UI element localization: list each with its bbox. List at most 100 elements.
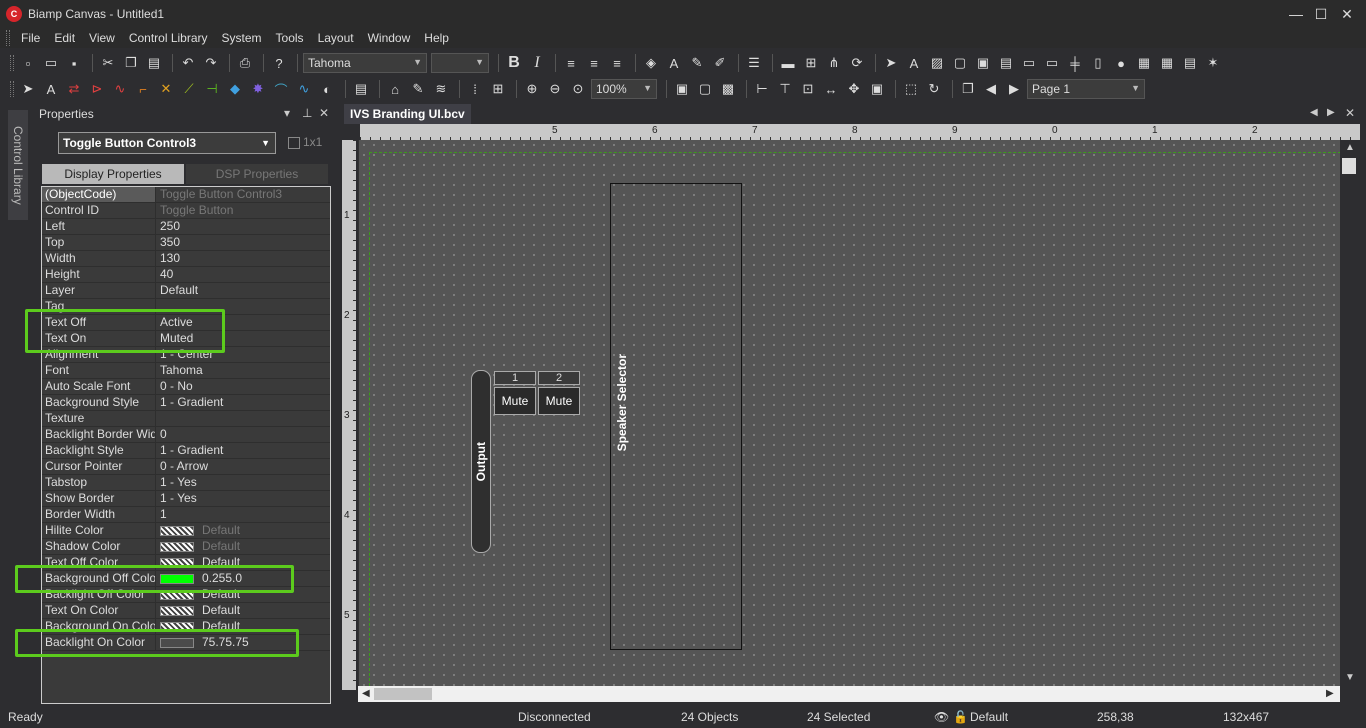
property-value[interactable]: 0: [156, 427, 330, 442]
menu-system[interactable]: System: [215, 28, 269, 48]
property-row[interactable]: Auto Scale Font 0 - No: [42, 379, 330, 395]
align-tops-icon[interactable]: ⊤: [775, 79, 795, 99]
property-value[interactable]: 1 - Gradient: [156, 395, 330, 410]
vertical-scrollbar[interactable]: ▲ ▼: [1340, 140, 1358, 686]
font-family-select[interactable]: Tahoma ▼: [303, 53, 427, 73]
label-tool-icon[interactable]: ▣: [973, 53, 993, 73]
speaker-selector-control[interactable]: Speaker Selector: [610, 183, 742, 650]
menu-file[interactable]: File: [14, 28, 47, 48]
center-objects-icon[interactable]: ⊡: [798, 79, 818, 99]
pen-color-icon[interactable]: ✎: [687, 53, 707, 73]
zoom-out-icon[interactable]: ⊖: [545, 79, 565, 99]
field-tool-icon[interactable]: ▤: [996, 53, 1016, 73]
mute-button-1[interactable]: Mute: [494, 387, 536, 415]
lock-layer-icon[interactable]: ▩: [718, 79, 738, 99]
select-area-icon[interactable]: ⬚: [901, 79, 921, 99]
property-row[interactable]: Border Width 1: [42, 507, 330, 523]
property-value[interactable]: Tahoma: [156, 363, 330, 378]
grid-dots-icon[interactable]: ⁞: [465, 79, 485, 99]
property-row[interactable]: Width 130: [42, 251, 330, 267]
new-file-icon[interactable]: ▫: [18, 53, 38, 73]
document-tab[interactable]: IVS Branding UI.bcv: [344, 104, 471, 124]
router-tool-icon[interactable]: ⊣: [202, 79, 222, 99]
home-icon[interactable]: ⌂: [385, 79, 405, 99]
property-value[interactable]: [156, 411, 330, 426]
route-tool-icon[interactable]: ⇄: [64, 79, 84, 99]
cut-icon[interactable]: ✂: [98, 53, 118, 73]
property-value[interactable]: 130: [156, 251, 330, 266]
zoom-select[interactable]: 100% ▼: [591, 79, 657, 99]
property-row[interactable]: Backlight Border Width 0: [42, 427, 330, 443]
menu-view[interactable]: View: [82, 28, 122, 48]
meter-tool-icon[interactable]: ▯: [1088, 53, 1108, 73]
property-value[interactable]: 1 - Yes: [156, 491, 330, 506]
property-row[interactable]: Left 250: [42, 219, 330, 235]
pin-icon[interactable]: ⊥: [302, 106, 312, 120]
redo-icon[interactable]: ↷: [201, 53, 221, 73]
tab-display-properties[interactable]: Display Properties: [42, 164, 184, 184]
toolbar-grip[interactable]: [10, 55, 14, 71]
property-row[interactable]: (ObjectCode) Toggle Button Control3: [42, 187, 330, 203]
layers-icon[interactable]: ≋: [431, 79, 451, 99]
resize-icon[interactable]: ▣: [867, 79, 887, 99]
property-value[interactable]: 350: [156, 235, 330, 250]
group-icon[interactable]: ▣: [672, 79, 692, 99]
table-tool-icon[interactable]: ▦: [1157, 53, 1177, 73]
panel-menu-icon[interactable]: ▾: [284, 106, 290, 120]
highlight-color-icon[interactable]: ✐: [710, 53, 730, 73]
group-tool-icon[interactable]: ▭: [1042, 53, 1062, 73]
property-value[interactable]: 1 - Yes: [156, 475, 330, 490]
button-tool-icon[interactable]: ▭: [1019, 53, 1039, 73]
property-row[interactable]: Font Tahoma: [42, 363, 330, 379]
menu-edit[interactable]: Edit: [47, 28, 82, 48]
help-icon[interactable]: ?: [269, 53, 289, 73]
property-value[interactable]: Default: [156, 523, 330, 538]
ramp-tool-icon[interactable]: ⟋: [179, 79, 199, 99]
object-selector[interactable]: Toggle Button Control3 ▼: [58, 132, 276, 154]
move-icon[interactable]: ✥: [844, 79, 864, 99]
gear-icon[interactable]: ✸: [248, 79, 268, 99]
meter-toggle-icon[interactable]: ◐: [317, 79, 337, 99]
document-close-icon[interactable]: ✕: [1345, 106, 1355, 120]
wand-tool-icon[interactable]: ✶: [1203, 53, 1223, 73]
ungroup-icon[interactable]: ▢: [695, 79, 715, 99]
property-row[interactable]: Layer Default: [42, 283, 330, 299]
select-pointer-icon[interactable]: ➤: [881, 53, 901, 73]
property-value[interactable]: Default: [156, 283, 330, 298]
print-icon[interactable]: ⎙: [235, 53, 255, 73]
tab-scroll-right-icon[interactable]: ▶: [1327, 107, 1335, 118]
zoom-fit-icon[interactable]: ⊙: [568, 79, 588, 99]
property-value[interactable]: Default: [156, 603, 330, 618]
previous-page-icon[interactable]: ◀: [981, 79, 1001, 99]
knob-tool-icon[interactable]: ●: [1111, 53, 1131, 73]
lock-icon[interactable]: 🔓: [953, 710, 968, 724]
property-row[interactable]: Background Style 1 - Gradient: [42, 395, 330, 411]
align-objects-icon[interactable]: ⊢: [752, 79, 772, 99]
horizontal-scroll-thumb[interactable]: [374, 688, 432, 700]
zoom-in-icon[interactable]: ⊕: [522, 79, 542, 99]
close-button[interactable]: ✕: [1335, 3, 1359, 25]
menu-tools[interactable]: Tools: [269, 28, 311, 48]
list-tool-icon[interactable]: ▤: [1180, 53, 1200, 73]
property-row[interactable]: Text On Color Default: [42, 603, 330, 619]
font-color-icon[interactable]: A: [664, 53, 684, 73]
save-icon[interactable]: ▪: [64, 53, 84, 73]
font-size-select[interactable]: ▼: [431, 53, 489, 73]
copy-icon[interactable]: ❐: [121, 53, 141, 73]
filter-tool-icon[interactable]: ◆: [225, 79, 245, 99]
maximize-button[interactable]: ☐: [1309, 3, 1333, 25]
property-row[interactable]: Backlight Style 1 - Gradient: [42, 443, 330, 459]
eq-tool-icon[interactable]: ∿: [294, 79, 314, 99]
property-value[interactable]: 1 - Gradient: [156, 443, 330, 458]
scroll-left-icon[interactable]: ◀: [362, 688, 370, 699]
frame-tool-icon[interactable]: ▢: [950, 53, 970, 73]
input-tool-icon[interactable]: ⊳: [87, 79, 107, 99]
design-canvas[interactable]: Output 1 2 Mute Mute Speaker Selector: [358, 140, 1340, 686]
toolbar-grip[interactable]: [10, 81, 14, 97]
line-style-icon[interactable]: ☰: [744, 53, 764, 73]
italic-button[interactable]: I: [527, 53, 547, 73]
vertical-scroll-thumb[interactable]: [1342, 158, 1356, 174]
bold-button[interactable]: B: [504, 53, 524, 73]
fill-color-icon[interactable]: ◈: [641, 53, 661, 73]
wave-tool-icon[interactable]: ∿: [110, 79, 130, 99]
